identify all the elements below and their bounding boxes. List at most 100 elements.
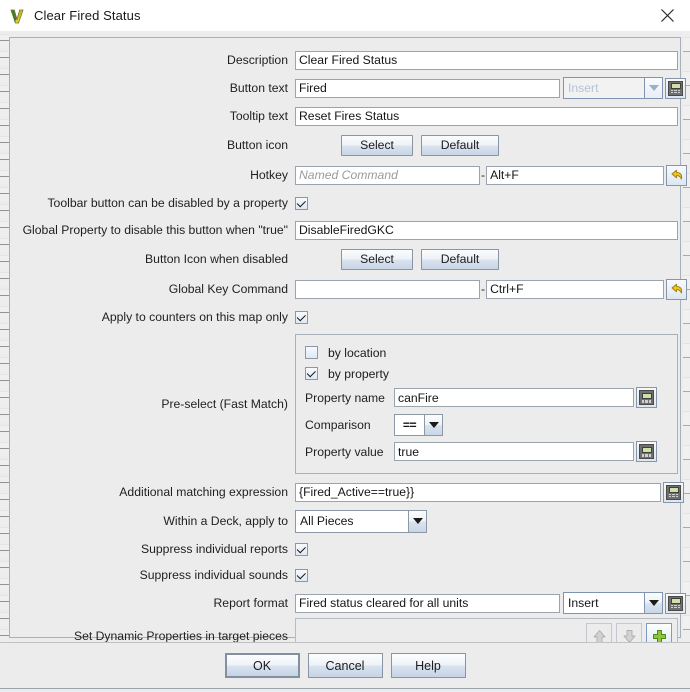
within-deck-combo[interactable]: All Pieces bbox=[295, 510, 427, 533]
this-map-only-checkbox[interactable] bbox=[295, 311, 308, 324]
can-disable-field-group bbox=[295, 190, 687, 216]
within-deck-field-group: All Pieces bbox=[295, 506, 687, 536]
report-format-calculator-button[interactable] bbox=[665, 593, 686, 614]
button-text-input[interactable] bbox=[295, 79, 560, 98]
by-location-row: by location bbox=[305, 342, 668, 363]
can-disable-label: Toolbar button can be disabled by a prop… bbox=[16, 190, 295, 216]
tooltip-text-field-group bbox=[295, 102, 687, 130]
button-text-insert-value: Insert bbox=[563, 77, 644, 99]
global-key-command-named-input[interactable] bbox=[295, 280, 480, 299]
suppress-reports-checkbox[interactable] bbox=[295, 543, 308, 556]
property-value-field-group bbox=[394, 438, 668, 465]
button-icon-select-button[interactable]: Select bbox=[341, 135, 413, 156]
bottom-edge bbox=[0, 688, 690, 692]
undo-arrow-icon bbox=[669, 167, 685, 183]
dynamic-properties-move-up-button[interactable] bbox=[586, 623, 612, 642]
disable-property-input[interactable] bbox=[295, 221, 678, 240]
arrow-down-icon bbox=[621, 628, 638, 643]
button-text-label: Button text bbox=[16, 74, 295, 102]
by-location-label: by location bbox=[328, 346, 386, 360]
button-text-field-group: Insert bbox=[295, 74, 687, 102]
hotkey-label: Hotkey bbox=[16, 160, 295, 190]
additional-expression-calculator-button[interactable] bbox=[663, 482, 684, 503]
button-icon-default-button[interactable]: Default bbox=[421, 135, 499, 156]
this-map-only-label: Apply to counters on this map only bbox=[16, 304, 295, 330]
by-property-checkbox[interactable] bbox=[305, 367, 318, 380]
this-map-only-field-group bbox=[295, 304, 687, 330]
property-name-field-group bbox=[394, 384, 668, 411]
suppress-reports-field-group bbox=[295, 536, 687, 562]
can-disable-checkbox[interactable] bbox=[295, 197, 308, 210]
hotkey-undo-button[interactable] bbox=[666, 165, 687, 186]
description-field-group bbox=[295, 46, 687, 74]
help-button[interactable]: Help bbox=[391, 653, 466, 678]
button-icon-label: Button icon bbox=[16, 130, 295, 160]
cancel-button[interactable]: Cancel bbox=[308, 653, 383, 678]
chevron-down-icon bbox=[644, 77, 663, 99]
plus-icon bbox=[651, 628, 668, 643]
disabled-icon-default-button[interactable]: Default bbox=[421, 249, 499, 270]
disabled-icon-label: Button Icon when disabled bbox=[16, 244, 295, 274]
calculator-icon bbox=[639, 390, 654, 405]
dynamic-properties-move-down-button[interactable] bbox=[616, 623, 642, 642]
dynamic-properties-add-button[interactable] bbox=[646, 623, 672, 642]
suppress-sounds-field-group bbox=[295, 562, 687, 588]
content-area: Description Button text Insert bbox=[0, 31, 690, 642]
button-text-insert-combo[interactable]: Insert bbox=[563, 77, 663, 99]
report-format-input[interactable] bbox=[295, 594, 560, 613]
property-value-label: Property value bbox=[305, 445, 394, 459]
global-key-command-undo-button[interactable] bbox=[666, 279, 687, 300]
hotkey-named-command-input[interactable] bbox=[295, 166, 480, 185]
hotkey-field-group: - bbox=[295, 160, 687, 190]
calculator-icon bbox=[666, 485, 681, 500]
close-icon[interactable] bbox=[644, 0, 690, 31]
report-format-insert-value: Insert bbox=[563, 592, 644, 614]
chevron-down-icon bbox=[644, 592, 663, 614]
fast-match-panel: by location by property Property name bbox=[295, 334, 678, 474]
hotkey-keystroke-input[interactable] bbox=[486, 166, 664, 185]
tooltip-text-input[interactable] bbox=[295, 107, 678, 126]
calculator-icon bbox=[639, 444, 654, 459]
property-value-input[interactable] bbox=[394, 442, 634, 461]
disable-property-label: Global Property to disable this button w… bbox=[16, 216, 295, 244]
button-icon-field-group: Select Default bbox=[295, 130, 687, 160]
undo-arrow-icon bbox=[669, 281, 685, 297]
calculator-icon bbox=[668, 81, 683, 96]
property-name-input[interactable] bbox=[394, 388, 634, 407]
by-property-row: by property bbox=[305, 363, 668, 384]
global-key-command-label: Global Key Command bbox=[16, 274, 295, 304]
by-location-checkbox[interactable] bbox=[305, 346, 318, 359]
ok-button[interactable]: OK bbox=[225, 653, 300, 678]
suppress-sounds-checkbox[interactable] bbox=[295, 569, 308, 582]
global-key-command-field-group: - bbox=[295, 274, 687, 304]
arrow-up-icon bbox=[591, 628, 608, 643]
vassal-logo-icon bbox=[8, 7, 26, 25]
tooltip-text-label: Tooltip text bbox=[16, 102, 295, 130]
additional-expression-field-group bbox=[295, 478, 687, 506]
dynamic-properties-label: Set Dynamic Properties in target pieces bbox=[16, 618, 295, 642]
disabled-icon-select-button[interactable]: Select bbox=[341, 249, 413, 270]
property-value-calculator-button[interactable] bbox=[636, 441, 657, 462]
global-key-command-keystroke-input[interactable] bbox=[486, 280, 664, 299]
additional-expression-input[interactable] bbox=[295, 483, 661, 502]
report-format-label: Report format bbox=[16, 588, 295, 618]
window-title: Clear Fired Status bbox=[34, 8, 141, 23]
within-deck-label: Within a Deck, apply to bbox=[16, 506, 295, 536]
by-property-label: by property bbox=[328, 367, 389, 381]
property-name-calculator-button[interactable] bbox=[636, 387, 657, 408]
dialog-button-bar: OK Cancel Help bbox=[0, 642, 690, 688]
button-text-calculator-button[interactable] bbox=[665, 78, 686, 99]
suppress-reports-label: Suppress individual reports bbox=[16, 536, 295, 562]
dynamic-properties-panel bbox=[295, 618, 678, 642]
dynamic-properties-field-group bbox=[295, 618, 687, 642]
description-label: Description bbox=[16, 46, 295, 74]
fast-match-fields: Property name Comparison bbox=[305, 384, 668, 465]
chevron-down-icon bbox=[424, 414, 443, 436]
report-format-field-group: Insert bbox=[295, 588, 687, 618]
comparison-combo[interactable]: == bbox=[394, 414, 443, 436]
comparison-value: == bbox=[394, 414, 424, 436]
report-format-insert-combo[interactable]: Insert bbox=[563, 592, 663, 614]
description-input[interactable] bbox=[295, 51, 678, 70]
dialog-window: Clear Fired Status Description Button te… bbox=[0, 0, 690, 692]
calculator-icon bbox=[668, 596, 683, 611]
